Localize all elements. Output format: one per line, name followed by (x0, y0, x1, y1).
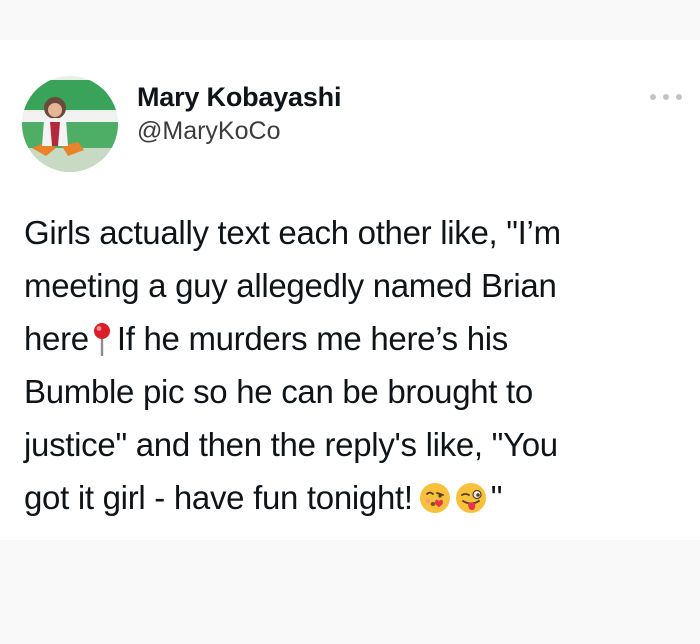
user-handle[interactable]: @MaryKoCo (137, 117, 280, 146)
tweet-line: justice" and then the reply's like, "You (24, 426, 558, 463)
tweet-card: Mary Kobayashi @MaryKoCo Girls actually … (0, 40, 700, 540)
tweet-line: Girls actually text each other like, "I’… (24, 214, 561, 251)
round-pushpin-icon (93, 323, 110, 356)
tweet-text-fragment: got it girl - have fun tonight! (24, 479, 413, 516)
display-name[interactable]: Mary Kobayashi (137, 82, 341, 113)
avatar-image (22, 76, 118, 172)
winking-face-with-tongue-icon (455, 483, 486, 513)
more-dot (676, 94, 682, 100)
tweet-text-fragment: " (490, 479, 503, 516)
more-dot (663, 94, 669, 100)
face-blowing-kiss-icon (419, 483, 450, 513)
tweet-text: Girls actually text each other like, "I’… (24, 206, 694, 524)
tweet-text-fragment: here (24, 320, 89, 357)
tweet-text-fragment: If he murders me here’s his (116, 320, 508, 357)
tweet-line: Bumble pic so he can be brought to (24, 373, 533, 410)
more-dot (650, 94, 656, 100)
profile-avatar[interactable] (22, 76, 118, 172)
tweet-line: meeting a guy allegedly named Brian (24, 267, 557, 304)
tweet-line: got it girl - have fun tonight! " (24, 471, 694, 524)
more-horizontal-icon[interactable] (650, 90, 682, 104)
tweet-line: here If he murders me here’s his (24, 312, 694, 365)
